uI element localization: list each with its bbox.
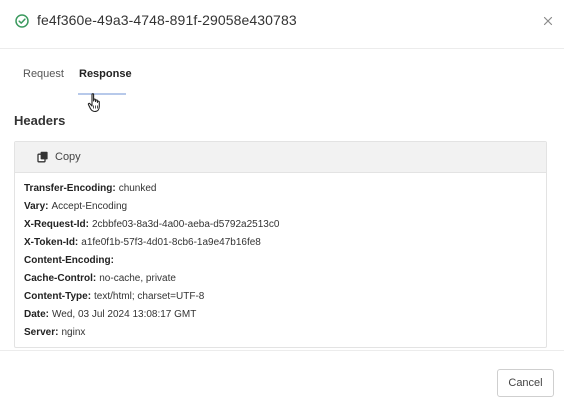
tab-response[interactable]: Response xyxy=(79,68,132,80)
header-value: nginx xyxy=(61,327,86,338)
header-value: 2cbbfe03-8a3d-4a00-aeba-d5792a2513c0 xyxy=(92,219,280,230)
close-icon[interactable] xyxy=(541,14,555,28)
header-row: Date: Wed, 03 Jul 2024 13:08:17 GMT xyxy=(24,306,279,324)
header-key: Transfer-Encoding: xyxy=(24,183,116,194)
response-modal: fe4f360e-49a3-4748-891f-29058e430783 Req… xyxy=(0,0,564,409)
header-key: X-Token-Id: xyxy=(24,237,79,248)
header-key: Vary: xyxy=(24,201,49,212)
header-row: Content-Encoding: xyxy=(24,252,279,270)
header-key: X-Request-Id: xyxy=(24,219,89,230)
header-row: Transfer-Encoding: chunked xyxy=(24,180,279,198)
check-circle-icon xyxy=(15,14,29,28)
header-value: Accept-Encoding xyxy=(51,201,128,212)
header-value: a1fe0f1b-57f3-4d01-8cb6-1a9e47b16fe8 xyxy=(81,237,261,248)
copy-icon xyxy=(37,151,48,163)
header-row: Content-Type: text/html; charset=UTF-8 xyxy=(24,288,279,306)
header-key: Cache-Control: xyxy=(24,273,97,284)
header-row: X-Token-Id: a1fe0f1b-57f3-4d01-8cb6-1a9e4… xyxy=(24,234,279,252)
header-row: Vary: Accept-Encoding xyxy=(24,198,279,216)
header-key: Content-Type: xyxy=(24,291,92,302)
header-row: Cache-Control: no-cache, private xyxy=(24,270,279,288)
modal-title: fe4f360e-49a3-4748-891f-29058e430783 xyxy=(37,12,297,28)
header-value: no-cache, private xyxy=(99,273,176,284)
header-list: Transfer-Encoding: chunked Vary: Accept-En… xyxy=(24,180,279,342)
headers-panel: Copy Transfer-Encoding: chunked Vary: Acce… xyxy=(14,141,547,348)
header-key: Content-Encoding: xyxy=(24,255,114,266)
headers-heading: Headers xyxy=(14,113,66,128)
modal-header: fe4f360e-49a3-4748-891f-29058e430783 xyxy=(0,0,564,49)
copy-button-label: Copy xyxy=(55,151,81,163)
tab-request[interactable]: Request xyxy=(23,68,64,80)
modal-footer: Cancel xyxy=(0,350,564,410)
header-value: Wed, 03 Jul 2024 13:08:17 GMT xyxy=(52,309,197,320)
cancel-button[interactable]: Cancel xyxy=(497,369,554,397)
copy-button[interactable]: Copy xyxy=(37,149,81,165)
header-value: chunked xyxy=(118,183,157,194)
panel-toolbar: Copy xyxy=(15,142,546,173)
hand-pointer-icon xyxy=(87,93,100,113)
header-row: Server: nginx xyxy=(24,324,279,342)
header-value: text/html; charset=UTF-8 xyxy=(94,291,205,302)
header-row: X-Request-Id: 2cbbfe03-8a3d-4a00-aeba-d57… xyxy=(24,216,279,234)
header-key: Server: xyxy=(24,327,59,338)
header-key: Date: xyxy=(24,309,50,320)
